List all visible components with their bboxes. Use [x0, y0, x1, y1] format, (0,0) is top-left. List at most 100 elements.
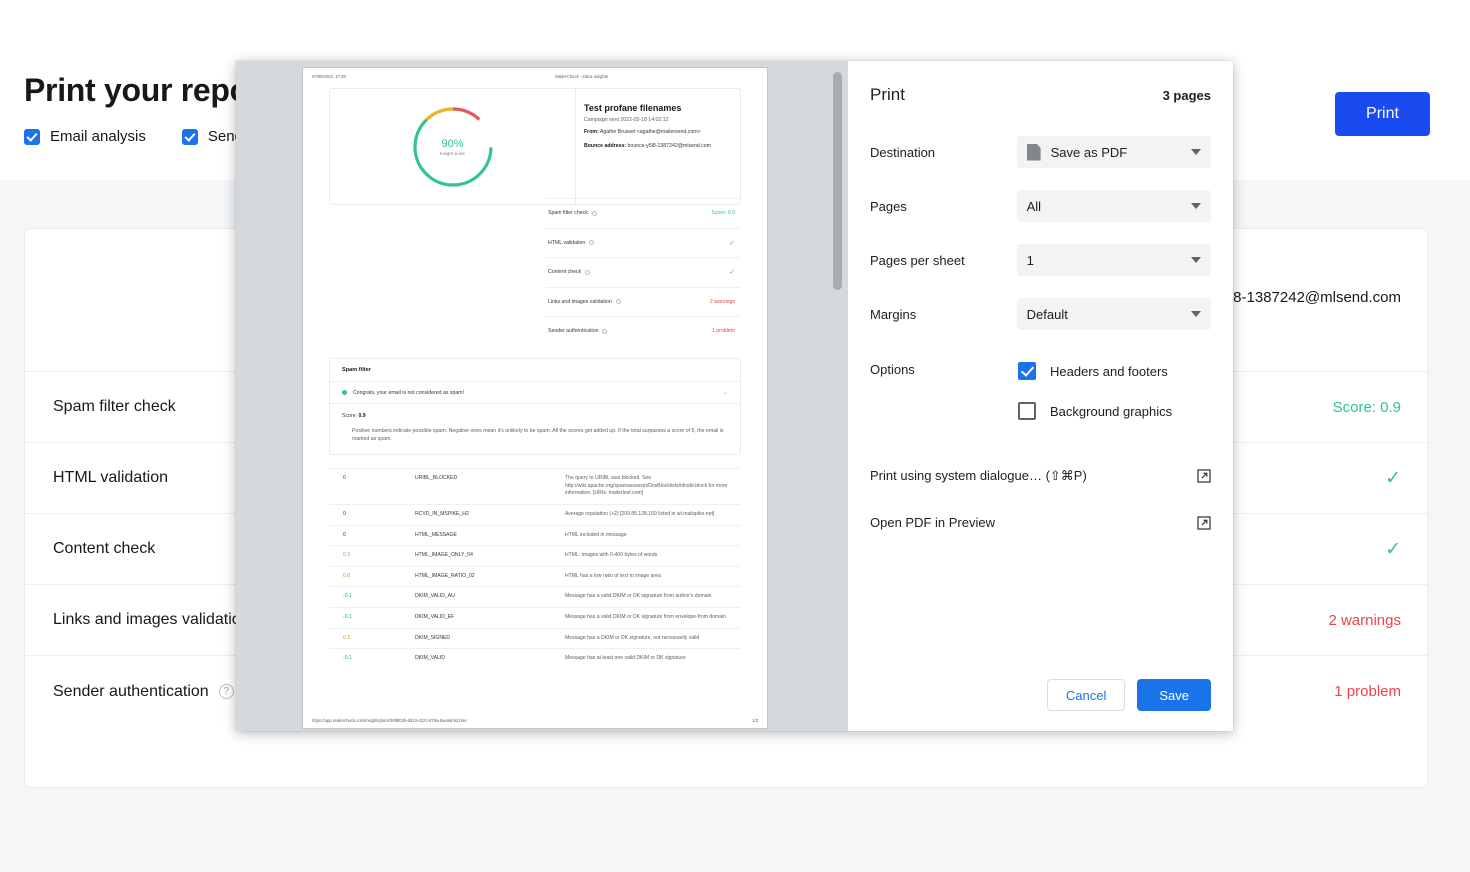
chevron-down-icon: [1191, 149, 1201, 155]
spam-status-text: Congrats, your email is not considered a…: [353, 389, 465, 396]
cancel-button[interactable]: Cancel: [1046, 679, 1126, 711]
rule-description: Message has a valid DKIM or DK signature…: [565, 614, 727, 621]
pages-per-sheet-value: 1: [1026, 252, 1034, 268]
preview-header-title: MailerCheck - Inbox insights: [555, 74, 608, 79]
external-link-icon: [1197, 515, 1211, 530]
dialog-actions: Cancel Save: [1046, 679, 1211, 711]
rule-score: -0.1: [343, 614, 352, 621]
print-using-system-dialogue-link[interactable]: Print using system dialogue… (⇧⌘P): [870, 468, 1211, 484]
chevron-down-icon: [1191, 257, 1201, 263]
pages-per-sheet-label: Pages per sheet: [870, 252, 965, 268]
status-dot-icon: [342, 390, 347, 395]
background-graphics-checkbox[interactable]: [1018, 402, 1036, 420]
row-label-content-check: Content check: [53, 540, 156, 557]
preview-check-label: Content check: [548, 269, 591, 276]
preview-scrollbar-thumb[interactable]: [833, 72, 842, 290]
preview-check-value: Score: 0.9: [711, 210, 735, 217]
spam-section-heading: Spam filter: [342, 367, 371, 373]
email-analysis-checkbox[interactable]: [24, 128, 40, 145]
chevron-down-icon: [1191, 203, 1201, 209]
margins-row: Margins Default: [870, 298, 1211, 330]
table-row: 0.1 DKIM_SIGNED Message has a DKIM or DK…: [329, 627, 741, 649]
table-row: -0.1 DKIM_VALID_AU Message has a valid D…: [329, 586, 741, 607]
pages-per-sheet-select[interactable]: 1: [1016, 244, 1211, 276]
spam-score-value: 0.9: [358, 413, 366, 419]
preview-check-row: Content check ✓: [546, 257, 741, 287]
preview-footer-url: https://app.mailercheck.com/insights/pri…: [312, 718, 468, 723]
rule-score: 0: [343, 510, 346, 517]
row-value-sender-authentication: 1 problem: [1334, 683, 1401, 700]
destination-select[interactable]: Save as PDF: [1016, 136, 1211, 168]
table-row: 0 URIBL_BLOCKED The query to URIBL was b…: [329, 468, 741, 504]
rule-name: DKIM_SIGNED: [415, 634, 451, 641]
preview-check-row: HTML validation ✓: [546, 227, 741, 258]
preview-check-label: Spam filter check: [548, 210, 597, 216]
rule-name: HTML_IMAGE_RATIO_02: [415, 572, 475, 579]
rule-name: URIBL_BLOCKED: [415, 475, 458, 481]
rule-name: DKIM_VALID_AU: [415, 593, 455, 600]
option-headers-and-footers[interactable]: Headers and footers: [1018, 362, 1172, 380]
table-row: 0 RCVD_IN_MSPIKE_H2 Average reputation (…: [329, 503, 741, 525]
help-icon[interactable]: ?: [218, 684, 234, 699]
headers-and-footers-label: Headers and footers: [1050, 363, 1168, 379]
preview-check-label: Links and images validation: [548, 299, 621, 305]
margins-select[interactable]: Default: [1016, 298, 1211, 330]
pages-row: Pages All: [870, 190, 1211, 222]
preview-page-footer: https://app.mailercheck.com/insights/pri…: [312, 718, 758, 723]
email-analysis-label: Email analysis: [50, 128, 146, 145]
preview-check-text: Content check: [548, 269, 582, 276]
pages-select[interactable]: All: [1016, 190, 1211, 222]
preview-spam-rules-table: 0 URIBL_BLOCKED The query to URIBL was b…: [329, 468, 741, 669]
preview-check-label: HTML validation: [548, 240, 595, 246]
table-row: 0 HTML_MESSAGE HTML included in message: [329, 524, 741, 546]
table-row: -0.1 DKIM_VALID_EF Message has a valid D…: [329, 607, 741, 628]
check-icon: ✓: [729, 269, 735, 277]
chevron-down-icon: ⌄: [722, 390, 728, 396]
rule-score: -0.1: [343, 655, 352, 662]
campaign-title: Test profane filenames: [584, 103, 682, 113]
campaign-info: Test profane filenames Campaign sent 202…: [575, 89, 740, 204]
campaign-bounce-label: Bounce address:: [584, 142, 627, 149]
rule-description: Message has at least one valid DKIM or D…: [565, 655, 686, 662]
row-label-spam-filter-check: Spam filter check: [53, 398, 176, 415]
help-icon: [615, 299, 621, 305]
open-pdf-in-preview-link[interactable]: Open PDF in Preview: [870, 515, 1211, 530]
rule-score: 0: [343, 475, 346, 481]
help-icon: [589, 240, 595, 246]
preview-summary-block: 90% Insight score Test profane filenames…: [329, 88, 741, 205]
destination-row: Destination Save as PDF: [870, 136, 1211, 168]
destination-value: Save as PDF: [1050, 144, 1128, 160]
rule-description: Message has a valid DKIM or DK signature…: [565, 593, 712, 600]
insight-score-percent: 90%: [441, 137, 464, 150]
background-graphics-label: Background graphics: [1050, 403, 1173, 419]
preview-check-text: Spam filter check: [548, 210, 588, 217]
campaign-from-label: From:: [584, 129, 599, 135]
row-label-sender-authentication: Sender authentication ?: [53, 683, 234, 701]
rule-name: DKIM_VALID: [415, 655, 445, 662]
external-link-icon: [1197, 469, 1211, 483]
table-row: 0.3 HTML_IMAGE_ONLY_04 HTML: images with…: [329, 545, 741, 566]
donut-chart: 90% Insight score: [411, 105, 495, 189]
preview-check-text: Sender authentication: [548, 328, 599, 335]
pages-value: All: [1026, 198, 1042, 214]
option-background-graphics[interactable]: Background graphics: [1018, 402, 1172, 420]
preview-spam-filter-section: Spam filter Congrats, your email is not …: [329, 358, 741, 456]
preview-page-1: 07/09/2022, 17:29 MailerCheck - Inbox in…: [303, 68, 767, 728]
preview-scrollbar[interactable]: [833, 69, 842, 723]
sender-authentication-row-text: Sender authentication: [53, 682, 209, 700]
document-icon: [1026, 143, 1041, 161]
rule-name: DKIM_VALID_EF: [415, 614, 455, 621]
sender-authentication-checkbox[interactable]: [181, 128, 198, 145]
insight-score-caption: Insight score: [440, 150, 465, 156]
headers-and-footers-checkbox[interactable]: [1018, 362, 1036, 380]
print-dialog: 07/09/2022, 17:29 MailerCheck - Inbox in…: [236, 61, 1233, 731]
page-title: Print your report: [24, 72, 272, 108]
save-button[interactable]: Save: [1137, 679, 1211, 711]
campaign-bounce: Bounce address: bounce-y5l8-1387242@mlse…: [584, 143, 730, 151]
help-icon: [602, 328, 608, 334]
row-label-html-validation: HTML validation: [53, 469, 169, 486]
report-option-email-analysis[interactable]: Email analysis: [24, 128, 146, 145]
options-row: Options Headers and footers Background g…: [870, 362, 1211, 442]
print-button[interactable]: Print: [1335, 92, 1430, 136]
pages-per-sheet-row: Pages per sheet 1: [870, 244, 1211, 276]
